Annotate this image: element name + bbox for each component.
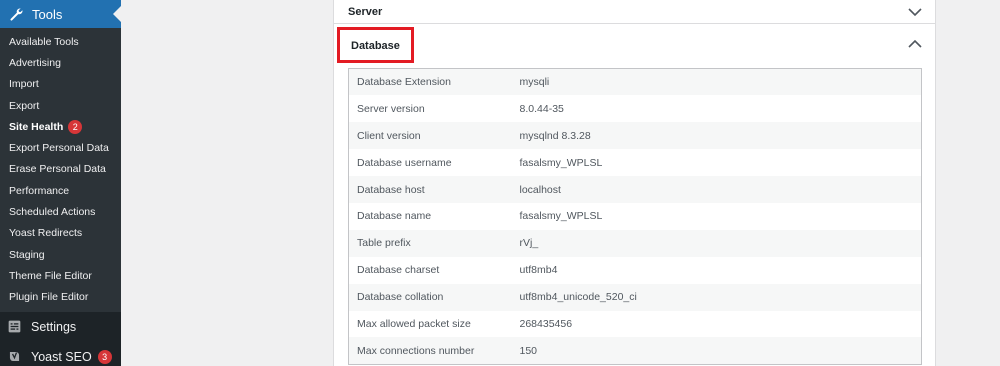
submenu-item-advertising[interactable]: Advertising bbox=[0, 52, 121, 73]
submenu-item-label: Import bbox=[9, 78, 39, 91]
chevron-up-icon[interactable] bbox=[908, 39, 922, 49]
row-key: Max allowed packet size bbox=[357, 317, 471, 330]
submenu-item-site-health[interactable]: Site Health 2 bbox=[0, 116, 121, 137]
submenu-item-performance[interactable]: Performance bbox=[0, 180, 121, 201]
chevron-down-icon[interactable] bbox=[908, 7, 922, 17]
row-value: rVj_ bbox=[519, 237, 539, 250]
row-key: Database Extension bbox=[357, 76, 451, 89]
table-row: Database collation utf8mb4_unicode_520_ci bbox=[348, 283, 922, 311]
table-row: Max allowed packet size 268435456 bbox=[349, 311, 922, 338]
table-row: Table prefix rVj_ bbox=[348, 229, 922, 257]
admin-sidebar: Tools Available Tools Advertising Import… bbox=[0, 0, 121, 366]
tools-submenu: Available Tools Advertising Import Expor… bbox=[0, 28, 121, 312]
row-key: Server version bbox=[357, 102, 425, 115]
submenu-item-scheduled-actions[interactable]: Scheduled Actions bbox=[0, 201, 121, 222]
menu-item-yoast-seo[interactable]: Yoast SEO 3 bbox=[0, 342, 121, 366]
row-value: mysqli bbox=[519, 76, 550, 89]
submenu-item-label: Yoast Redirects bbox=[9, 227, 83, 240]
submenu-item-label: Theme File Editor bbox=[9, 269, 92, 282]
submenu-item-available-tools[interactable]: Available Tools bbox=[0, 31, 121, 52]
menu-item-tools-label: Tools bbox=[32, 6, 63, 22]
row-value: 268435456 bbox=[519, 317, 573, 330]
submenu-item-label: Export bbox=[9, 99, 40, 112]
accordion-server[interactable]: Server bbox=[334, 0, 935, 24]
table-row: Max connections number 150 bbox=[348, 337, 922, 365]
submenu-item-label: Staging bbox=[9, 248, 45, 261]
submenu-item-label: Plugin File Editor bbox=[9, 291, 89, 304]
row-value: 8.0.44-35 bbox=[519, 102, 564, 115]
row-value: fasalsmy_WPLSL bbox=[519, 156, 603, 169]
submenu-item-erase-personal-data[interactable]: Erase Personal Data bbox=[0, 159, 121, 180]
row-value: utf8mb4_unicode_520_ci bbox=[519, 291, 637, 304]
submenu-item-theme-file-editor[interactable]: Theme File Editor bbox=[0, 265, 121, 286]
row-key: Database collation bbox=[357, 291, 444, 304]
submenu-item-label: Performance bbox=[9, 184, 70, 197]
row-value: utf8mb4 bbox=[519, 264, 558, 277]
row-key: Database username bbox=[357, 156, 452, 169]
settings-icon bbox=[8, 321, 21, 333]
table-row: Database host localhost bbox=[348, 176, 922, 203]
submenu-item-label: Scheduled Actions bbox=[9, 206, 96, 219]
submenu-item-export[interactable]: Export bbox=[0, 95, 121, 116]
table-row: Database charset utf8mb4 bbox=[349, 257, 922, 284]
table-row: Server version 8.0.44-35 bbox=[349, 95, 922, 122]
site-health-info-panel: Server Database Database Extension mysqli… bbox=[333, 0, 936, 366]
submenu-item-label: Advertising bbox=[9, 56, 61, 69]
row-value: fasalsmy_WPLSL bbox=[519, 210, 603, 223]
submenu-item-export-personal-data[interactable]: Export Personal Data bbox=[0, 137, 121, 158]
notification-badge: 3 bbox=[97, 349, 112, 364]
highlight-box: Database bbox=[337, 27, 414, 63]
table-row: Database name fasalsmy_WPLSL bbox=[349, 203, 922, 230]
yoast-icon bbox=[9, 352, 20, 362]
submenu-item-plugin-file-editor[interactable]: Plugin File Editor bbox=[0, 287, 121, 308]
row-key: Client version bbox=[357, 129, 421, 142]
wrench-icon bbox=[10, 8, 23, 21]
row-value: 150 bbox=[519, 344, 538, 357]
submenu-item-import[interactable]: Import bbox=[0, 74, 121, 95]
row-key: Max connections number bbox=[357, 344, 475, 357]
accordion-server-title: Server bbox=[348, 5, 383, 18]
menu-item-settings-label: Settings bbox=[31, 319, 77, 334]
menu-item-yoast-label: Yoast SEO bbox=[31, 349, 92, 364]
database-info-table: Database Extension mysqli Server version 8… bbox=[348, 68, 922, 365]
submenu-item-label: Site Health bbox=[9, 120, 64, 133]
submenu-item-label: Erase Personal Data bbox=[9, 163, 106, 176]
row-value: localhost bbox=[519, 183, 561, 196]
row-key: Database name bbox=[357, 210, 432, 223]
row-key: Table prefix bbox=[357, 237, 411, 250]
row-key: Database charset bbox=[357, 264, 440, 277]
menu-item-settings[interactable]: Settings bbox=[0, 312, 121, 342]
submenu-item-staging[interactable]: Staging bbox=[0, 244, 121, 265]
menu-item-tools[interactable]: Tools bbox=[0, 0, 121, 28]
table-row: Client version mysqlnd 8.3.28 bbox=[348, 122, 922, 150]
row-value: mysqlnd 8.3.28 bbox=[519, 129, 591, 142]
row-key: Database host bbox=[357, 183, 425, 196]
accordion-database[interactable]: Database bbox=[334, 24, 935, 64]
submenu-item-label: Export Personal Data bbox=[9, 142, 109, 155]
submenu-item-label: Available Tools bbox=[9, 35, 79, 48]
submenu-item-yoast-redirects[interactable]: Yoast Redirects bbox=[0, 223, 121, 244]
table-row: Database Extension mysqli bbox=[348, 68, 922, 96]
table-row: Database username fasalsmy_WPLSL bbox=[349, 149, 922, 176]
notification-badge: 2 bbox=[68, 119, 83, 134]
accordion-database-title: Database bbox=[351, 40, 400, 52]
